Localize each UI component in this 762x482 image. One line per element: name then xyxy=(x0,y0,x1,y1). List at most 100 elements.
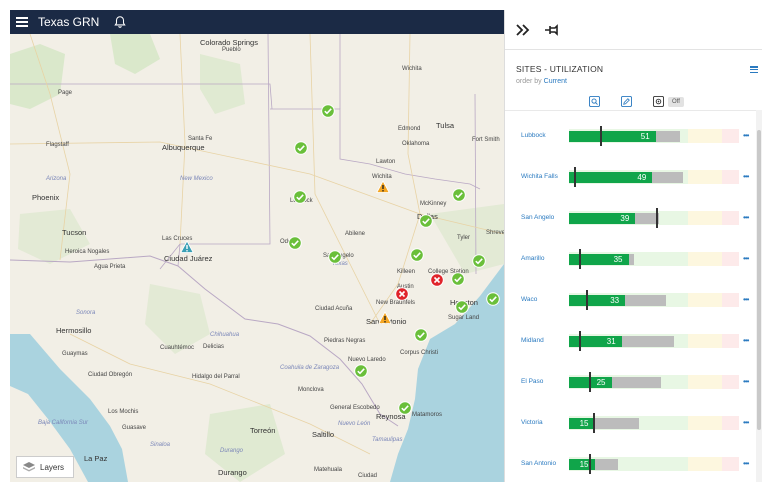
panel-scrollbar[interactable] xyxy=(756,110,762,482)
row-more-icon[interactable]: ••• xyxy=(743,418,749,427)
map-city-label: Nuevo León xyxy=(338,421,371,427)
site-name-link[interactable]: San Angelo xyxy=(521,214,554,221)
range-band-yellow xyxy=(688,170,722,184)
range-band-yellow xyxy=(688,334,722,348)
row-more-icon[interactable]: ••• xyxy=(743,131,749,140)
site-name-link[interactable]: Waco xyxy=(521,296,537,303)
site-name-link[interactable]: Midland xyxy=(521,337,544,344)
app-header: Texas GRN xyxy=(10,10,504,34)
site-row: El Paso 25 ••• xyxy=(505,364,757,405)
range-band-red xyxy=(722,211,739,225)
app-title: Texas GRN xyxy=(38,15,100,29)
map-city-label: Abilene xyxy=(345,231,366,237)
row-more-icon[interactable]: ••• xyxy=(743,336,749,345)
site-ok-marker-icon[interactable] xyxy=(414,328,428,342)
site-name-link[interactable]: San Antonio xyxy=(521,460,556,467)
current-utilization-bar: 51 xyxy=(569,131,656,142)
map-city-label: Santa Fe xyxy=(188,136,213,142)
range-band-yellow xyxy=(688,416,722,430)
site-row: Waco 33 ••• xyxy=(505,282,757,323)
map-city-label: Guaymas xyxy=(62,351,88,357)
map-city-label: Matamoros xyxy=(412,412,443,418)
order-by-link[interactable]: Current xyxy=(544,78,567,85)
site-name-link[interactable]: El Paso xyxy=(521,378,543,385)
target-marker xyxy=(579,249,582,269)
order-by-prefix: order by xyxy=(516,78,542,85)
map-city-label: Tulsa xyxy=(436,121,455,130)
current-utilization-bar: 35 xyxy=(569,254,629,265)
map-city-label: Pueblo xyxy=(222,47,241,53)
map-city-label: Nuevo Laredo xyxy=(348,357,386,363)
current-utilization-bar: 31 xyxy=(569,336,622,347)
site-name-link[interactable]: Wichita Falls xyxy=(521,173,558,180)
map-view[interactable]: Colorado Springs Pueblo Wichita Page Tulsa Ed… xyxy=(10,34,504,482)
row-more-icon[interactable]: ••• xyxy=(743,459,749,468)
site-name-link[interactable]: Victoria xyxy=(521,419,543,426)
map-city-label: Los Mochis xyxy=(108,409,139,415)
bell-icon[interactable] xyxy=(113,15,127,29)
site-ok-marker-icon[interactable] xyxy=(321,104,335,118)
row-more-icon[interactable]: ••• xyxy=(743,377,749,386)
site-info-marker-icon[interactable] xyxy=(180,240,194,254)
settings-toggle[interactable]: Off xyxy=(668,96,684,107)
map-city-label: Ciudad Acuña xyxy=(315,306,353,312)
map-city-label: Hermosillo xyxy=(56,326,92,335)
site-warning-marker-icon[interactable] xyxy=(378,311,392,325)
range-band-yellow xyxy=(688,375,722,389)
site-ok-marker-icon[interactable] xyxy=(419,214,433,228)
settings-icon[interactable] xyxy=(653,96,664,107)
range-band-red xyxy=(722,375,739,389)
site-ok-marker-icon[interactable] xyxy=(410,248,424,262)
row-more-icon[interactable]: ••• xyxy=(743,172,749,181)
row-more-icon[interactable]: ••• xyxy=(743,213,749,222)
site-ok-marker-icon[interactable] xyxy=(293,190,307,204)
scrollbar-thumb[interactable] xyxy=(757,130,761,430)
map-city-label: Durango xyxy=(218,468,247,477)
site-warning-marker-icon[interactable] xyxy=(376,180,390,194)
site-ok-marker-icon[interactable] xyxy=(354,364,368,378)
site-ok-marker-icon[interactable] xyxy=(398,401,412,415)
range-band-red xyxy=(722,293,739,307)
map-city-label: Tyler xyxy=(457,235,471,241)
map-city-label: McKinney xyxy=(420,201,447,207)
map-city-label: Ciudad Juárez xyxy=(164,254,213,263)
target-marker xyxy=(655,208,658,228)
row-more-icon[interactable]: ••• xyxy=(743,295,749,304)
map-city-label: Sonora xyxy=(76,310,96,316)
site-ok-marker-icon[interactable] xyxy=(455,300,469,314)
map-city-label: Shreve xyxy=(486,230,504,236)
site-ok-marker-icon[interactable] xyxy=(472,254,486,268)
site-row: Victoria 15 ••• xyxy=(505,405,757,446)
range-band-red xyxy=(722,334,739,348)
pin-icon[interactable] xyxy=(543,22,559,38)
site-error-marker-icon[interactable] xyxy=(430,273,444,287)
map-city-label: Guasave xyxy=(122,425,147,431)
site-ok-marker-icon[interactable] xyxy=(452,188,466,202)
panel-toolbar xyxy=(505,10,762,50)
collapse-panel-icon[interactable] xyxy=(515,22,531,38)
site-ok-marker-icon[interactable] xyxy=(288,236,302,250)
hamburger-menu-icon[interactable] xyxy=(16,17,28,27)
zoom-icon[interactable] xyxy=(589,96,600,107)
site-name-link[interactable]: Amarillo xyxy=(521,255,544,262)
target-marker xyxy=(599,126,602,146)
map-city-label: Tucson xyxy=(62,228,87,237)
layers-button[interactable]: Layers xyxy=(16,456,74,478)
edit-icon[interactable] xyxy=(621,96,632,107)
target-marker xyxy=(579,331,582,351)
site-ok-marker-icon[interactable] xyxy=(294,141,308,155)
panel-tools: Off xyxy=(589,96,684,107)
map-city-label: Monclova xyxy=(298,387,324,393)
layers-icon xyxy=(23,462,35,472)
site-ok-marker-icon[interactable] xyxy=(486,292,500,306)
target-marker xyxy=(589,372,592,392)
map-city-label: Ciudad xyxy=(358,473,378,479)
current-utilization-bar: 49 xyxy=(569,172,653,183)
panel-menu-icon[interactable] xyxy=(750,66,758,73)
site-name-link[interactable]: Lubbock xyxy=(521,132,546,139)
target-marker xyxy=(586,290,588,310)
site-ok-marker-icon[interactable] xyxy=(328,250,342,264)
site-ok-marker-icon[interactable] xyxy=(451,272,465,286)
site-error-marker-icon[interactable] xyxy=(395,287,409,301)
row-more-icon[interactable]: ••• xyxy=(743,254,749,263)
